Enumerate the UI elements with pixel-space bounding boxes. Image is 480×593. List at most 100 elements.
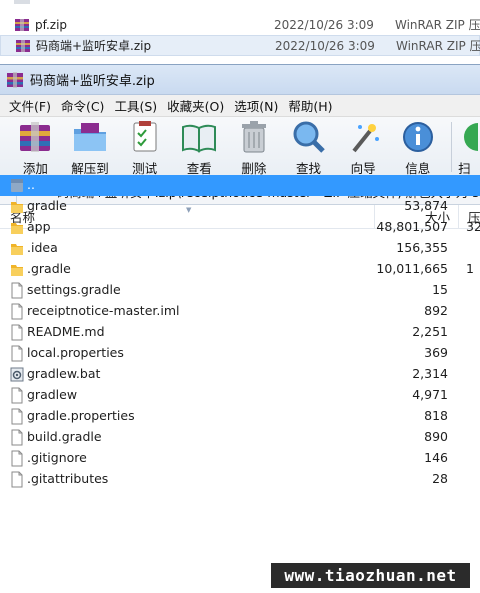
delete-button[interactable]: 删除 (227, 117, 282, 177)
zip-file-icon (15, 18, 29, 31)
wizard-button[interactable]: 向导 (336, 117, 391, 177)
file-name: receiptnotice-master.iml (27, 303, 180, 318)
view-button[interactable]: 查看 (172, 117, 227, 177)
file-packed-size: 32 (466, 219, 480, 234)
file-size: 28 (432, 471, 448, 486)
bg-file-type: WinRAR ZIP 压缩 (395, 18, 480, 32)
file-size: 369 (424, 345, 448, 360)
file-row[interactable]: .idea 156,355 (0, 238, 480, 259)
file-row[interactable]: .gradle 10,011,665 1 (0, 259, 480, 280)
folder-icon (10, 198, 24, 215)
file-row[interactable]: .gitignore 146 (0, 448, 480, 469)
file-row[interactable]: gradle.properties 818 (0, 406, 480, 427)
menu-bar: 文件(F) 命令(C) 工具(S) 收藏夹(O) 选项(N) 帮助(H) (0, 95, 480, 117)
file-row[interactable]: gradlew 4,971 (0, 385, 480, 406)
file-name: .gitattributes (27, 471, 109, 486)
file-icon (10, 408, 24, 425)
file-icon (10, 387, 24, 404)
menu-commands[interactable]: 命令(C) (56, 96, 109, 115)
bg-file-row-selected[interactable]: 码商端+监听安卓.zip 2022/10/26 3:09 WinRAR ZIP … (0, 35, 480, 56)
file-size: 146 (424, 450, 448, 465)
folder-icon (10, 240, 24, 257)
trash-icon (241, 121, 266, 153)
menu-favorites[interactable]: 收藏夹(O) (162, 96, 229, 115)
file-row[interactable]: gradlew.bat 2,314 (0, 364, 480, 385)
add-archive-icon (20, 122, 51, 152)
toolbar: 添加 解压到 测试 查看 删除 查找 向导 信息 扫 (0, 117, 480, 179)
file-icon (10, 345, 24, 362)
scan-icon (464, 123, 479, 151)
file-size: 53,874 (404, 198, 448, 213)
file-size: 15 (432, 282, 448, 297)
extract-to-button[interactable]: 解压到 (63, 117, 118, 177)
file-size: 10,011,665 (376, 261, 448, 276)
toolbar-separator (451, 122, 453, 172)
view-book-icon (182, 124, 217, 153)
menu-tools[interactable]: 工具(S) (109, 96, 162, 115)
file-name: .. (27, 177, 35, 192)
file-row[interactable]: .gitattributes 28 (0, 469, 480, 490)
file-name: gradlew.bat (27, 366, 101, 381)
bg-file-date: 2022/10/26 3:09 (275, 38, 375, 53)
file-name: gradle.properties (27, 408, 135, 423)
test-icon (133, 121, 157, 152)
window-title: 码商端+监听安卓.zip (30, 74, 155, 89)
file-row[interactable]: build.gradle 890 (0, 427, 480, 448)
file-icon (10, 282, 24, 299)
parent-folder-icon (10, 177, 24, 194)
file-size: 156,355 (396, 240, 448, 255)
file-row[interactable]: settings.gradle 15 (0, 280, 480, 301)
batch-file-icon (10, 366, 24, 383)
file-name: .gradle (27, 261, 71, 276)
bg-file-name: pf.zip (35, 17, 68, 32)
title-bar[interactable]: 码商端+监听安卓.zip (0, 65, 480, 95)
bg-file-name: 码商端+监听安卓.zip (36, 39, 152, 53)
file-icon (10, 324, 24, 341)
file-icon (10, 303, 24, 320)
file-row[interactable]: app 48,801,507 32 (0, 217, 480, 238)
file-name: app (27, 219, 51, 234)
magnifier-icon (293, 121, 325, 153)
info-icon (402, 122, 433, 152)
file-name: README.md (27, 324, 105, 339)
background-file-list: pf.zip 2022/10/26 3:09 WinRAR ZIP 压缩 码商端… (0, 0, 480, 62)
file-icon (10, 471, 24, 488)
test-button[interactable]: 测试 (117, 117, 172, 177)
file-row[interactable]: local.properties 369 (0, 343, 480, 364)
bg-file-type: WinRAR ZIP 压缩 (396, 39, 480, 53)
file-size: 818 (424, 408, 448, 423)
file-row[interactable]: README.md 2,251 (0, 322, 480, 343)
file-name: .gitignore (27, 450, 87, 465)
menu-options[interactable]: 选项(N) (229, 96, 283, 115)
file-list: .. gradle 53,874 app 48,801,507 32 .idea 156,35… (0, 175, 480, 490)
file-icon (10, 450, 24, 467)
file-row-selected[interactable]: .. (0, 175, 480, 196)
wizard-wand-icon (352, 124, 380, 153)
folder-icon (10, 261, 24, 278)
menu-file[interactable]: 文件(F) (4, 96, 56, 115)
file-name: build.gradle (27, 429, 102, 444)
partial-file-icon (14, 0, 30, 4)
file-icon (10, 429, 24, 446)
watermark: www.tiaozhuan.net (271, 563, 470, 588)
menu-help[interactable]: 帮助(H) (283, 96, 337, 115)
zip-file-icon (16, 39, 30, 52)
scan-button[interactable]: 扫 (458, 117, 480, 177)
bg-file-row[interactable]: pf.zip 2022/10/26 3:09 WinRAR ZIP 压缩 (0, 14, 480, 35)
file-name: gradlew (27, 387, 78, 402)
file-size: 2,314 (412, 366, 448, 381)
file-row[interactable]: gradle 53,874 (0, 196, 480, 217)
file-name: local.properties (27, 345, 124, 360)
info-button[interactable]: 信息 (390, 117, 445, 177)
file-name: settings.gradle (27, 282, 121, 297)
find-button[interactable]: 查找 (281, 117, 336, 177)
bg-file-date: 2022/10/26 3:09 (274, 17, 374, 32)
file-name: gradle (27, 198, 67, 213)
file-row[interactable]: receiptnotice-master.iml 892 (0, 301, 480, 322)
winrar-app-icon (7, 71, 23, 88)
file-size: 4,971 (412, 387, 448, 402)
file-size: 890 (424, 429, 448, 444)
file-size: 2,251 (412, 324, 448, 339)
add-button[interactable]: 添加 (8, 117, 63, 177)
file-size: 48,801,507 (376, 219, 448, 234)
